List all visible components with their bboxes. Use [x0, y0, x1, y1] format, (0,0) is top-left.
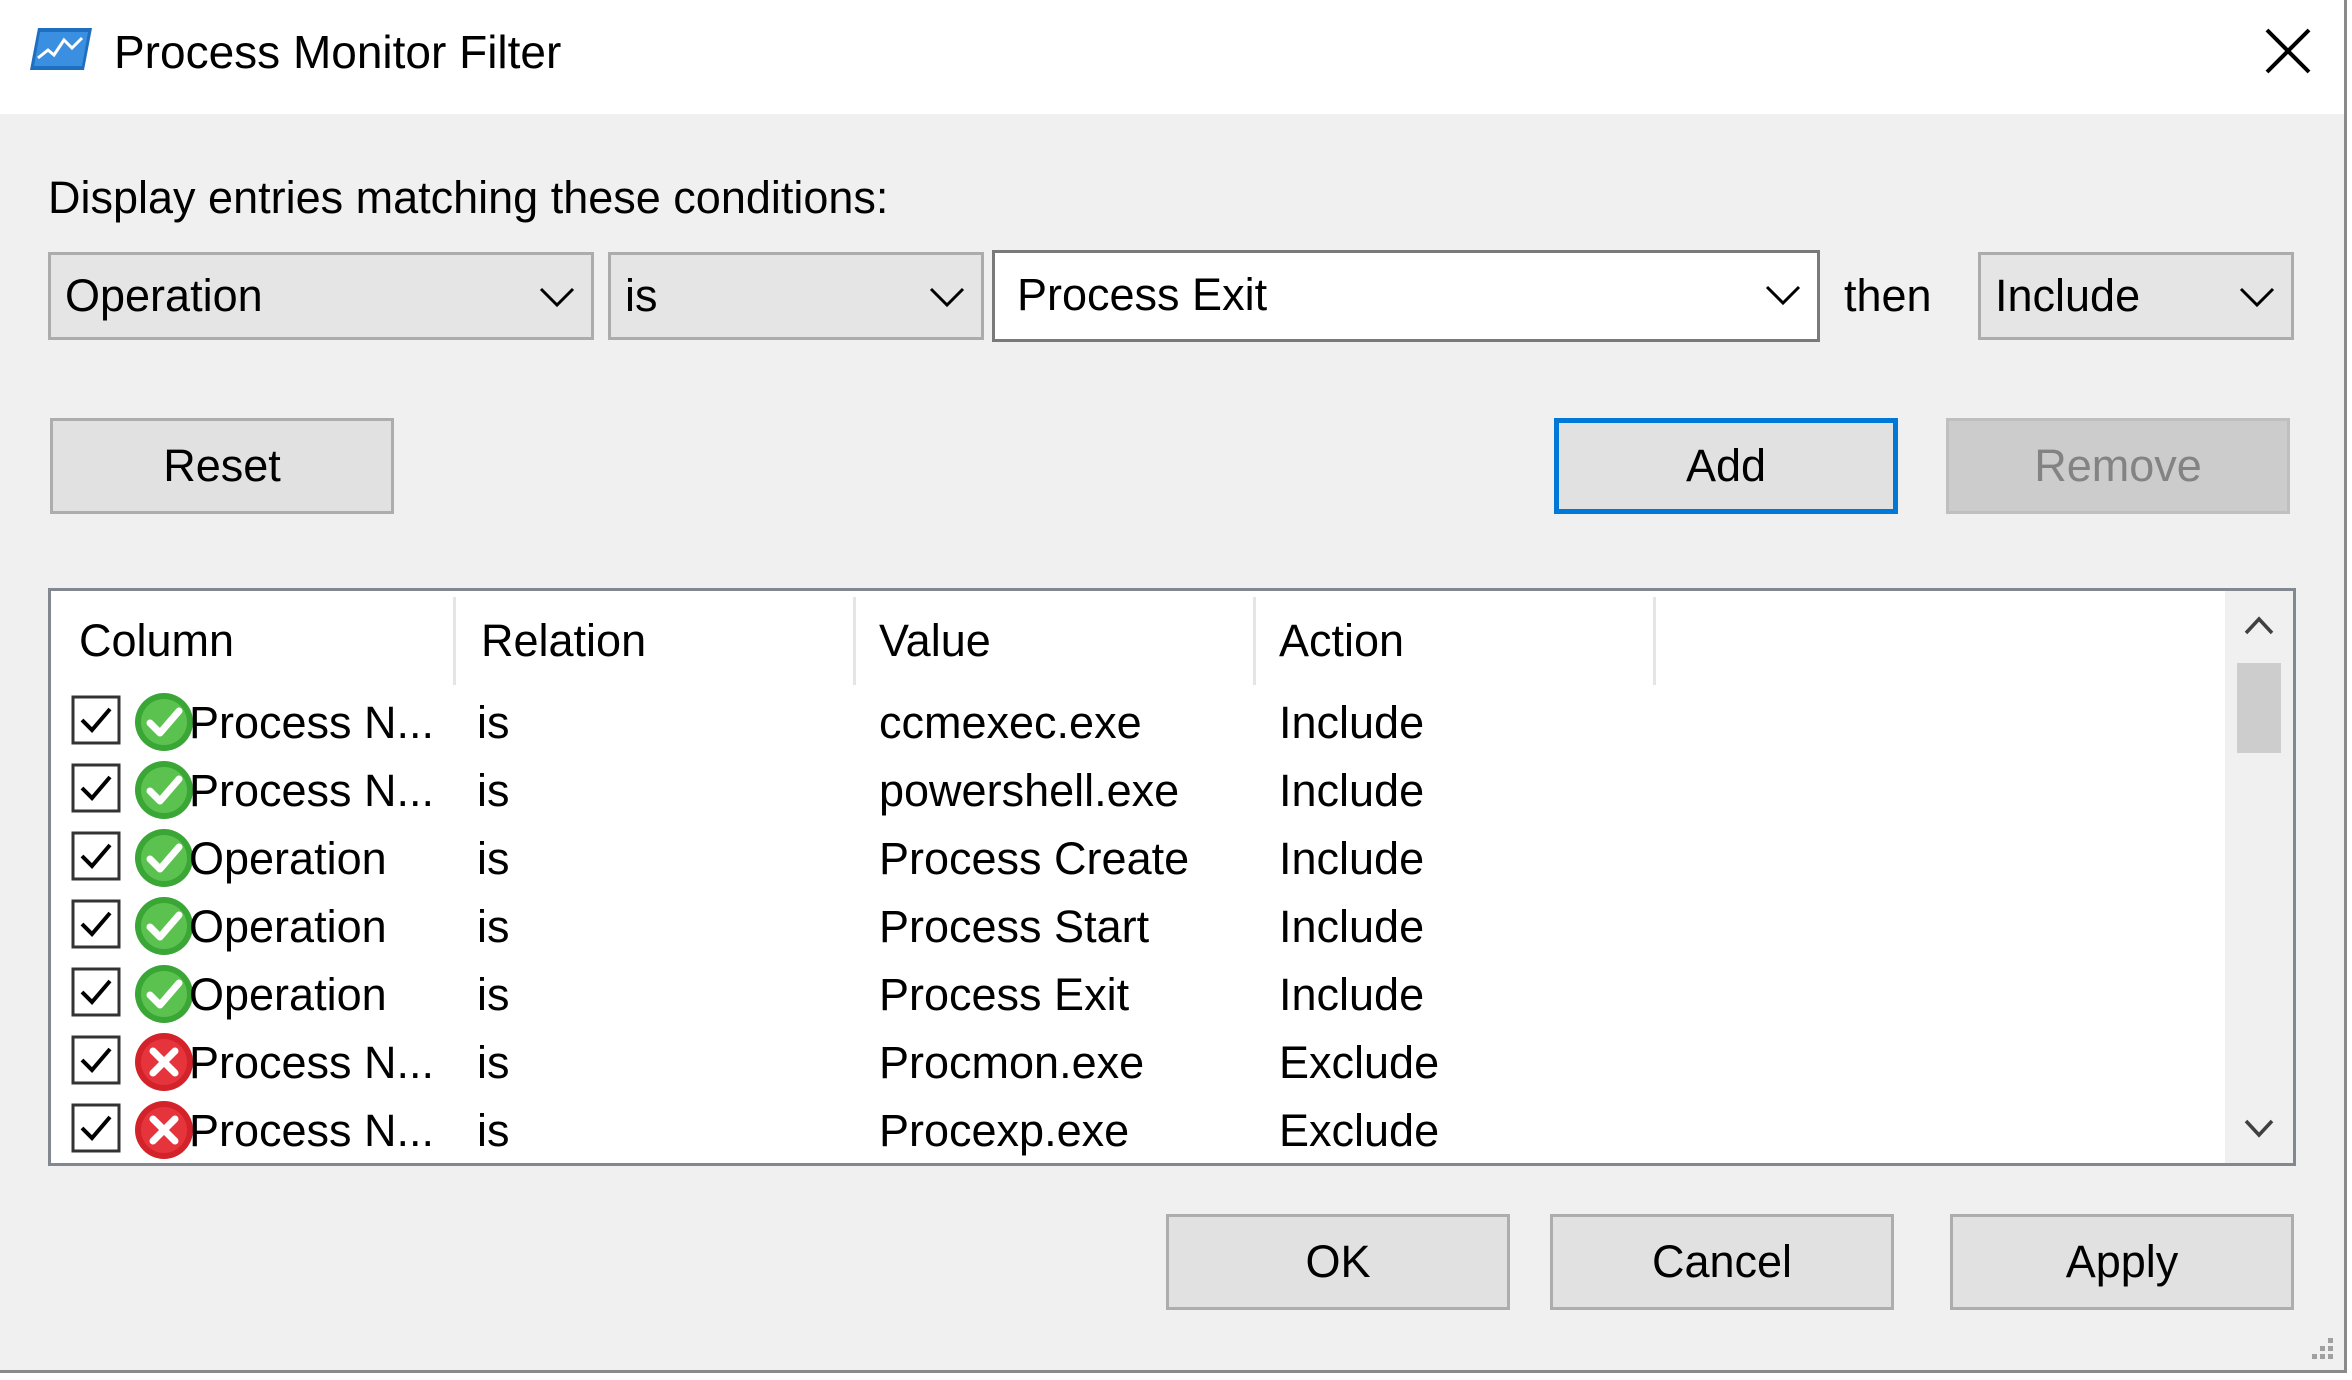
cell-column: Process N...	[189, 1105, 435, 1156]
cell-value: Process Start	[879, 901, 1150, 952]
remove-button[interactable]: Remove	[1946, 418, 2290, 514]
value-combobox-text[interactable]: Process Exit	[1017, 253, 1267, 337]
chevron-down-icon	[929, 287, 965, 308]
chevron-down-icon	[539, 287, 575, 308]
enabled-checkbox[interactable]	[71, 1103, 121, 1153]
scroll-thumb[interactable]	[2237, 663, 2281, 753]
action-select[interactable]: Include	[1978, 252, 2294, 340]
chevron-down-icon	[2239, 287, 2275, 308]
enabled-checkbox[interactable]	[71, 899, 121, 949]
include-check-icon	[135, 965, 193, 1023]
enabled-checkbox[interactable]	[71, 1035, 121, 1085]
cell-relation: is	[477, 697, 510, 748]
cell-relation: is	[477, 969, 510, 1020]
cell-column: Operation	[189, 969, 387, 1020]
cell-column: Process N...	[189, 697, 435, 748]
enabled-checkbox[interactable]	[71, 831, 121, 881]
table-row[interactable]: Process N... is Procexp.exe Exclude	[51, 1097, 2221, 1163]
process-monitor-app-icon	[30, 28, 92, 70]
cell-column: Operation	[189, 833, 387, 884]
scroll-down-button[interactable]	[2225, 1095, 2293, 1163]
cell-column: Process N...	[189, 765, 435, 816]
enabled-checkbox[interactable]	[71, 763, 121, 813]
table-row[interactable]: Process N... is ccmexec.exe Include	[51, 689, 2221, 757]
add-button[interactable]: Add	[1554, 418, 1898, 514]
cell-value: powershell.exe	[879, 765, 1180, 816]
include-check-icon	[135, 693, 193, 751]
cell-value: Procexp.exe	[879, 1105, 1130, 1156]
header-divider[interactable]	[853, 597, 856, 685]
header-divider[interactable]	[1653, 597, 1656, 685]
column-header-column[interactable]: Column	[79, 591, 234, 691]
cell-value: Process Exit	[879, 969, 1130, 1020]
reset-button[interactable]: Reset	[50, 418, 394, 514]
table-row[interactable]: Process N... is Procmon.exe Exclude	[51, 1029, 2221, 1097]
cell-relation: is	[477, 1037, 510, 1088]
header-divider[interactable]	[453, 597, 456, 685]
close-button[interactable]	[2232, 0, 2344, 102]
column-header-action[interactable]: Action	[1279, 591, 1404, 691]
cell-value: Process Create	[879, 833, 1190, 884]
header-divider[interactable]	[1253, 597, 1256, 685]
resize-grip-icon[interactable]	[2306, 1332, 2336, 1362]
list-header: Column Relation Value Action	[51, 591, 2221, 691]
title-bar[interactable]: Process Monitor Filter	[0, 0, 2344, 114]
column-select[interactable]: Operation	[48, 252, 594, 340]
table-row[interactable]: Process N... is powershell.exe Include	[51, 757, 2221, 825]
value-combobox[interactable]: Process Exit	[992, 250, 1820, 342]
action-select-value: Include	[1995, 270, 2141, 321]
conditions-label: Display entries matching these condition…	[48, 172, 889, 223]
cell-relation: is	[477, 1105, 510, 1156]
window-title: Process Monitor Filter	[114, 26, 562, 78]
enabled-checkbox[interactable]	[71, 695, 121, 745]
cell-value: ccmexec.exe	[879, 697, 1142, 748]
table-row[interactable]: Operation is Process Start Include	[51, 893, 2221, 961]
ok-button[interactable]: OK	[1166, 1214, 1510, 1310]
column-header-value[interactable]: Value	[879, 591, 991, 691]
exclude-x-icon	[135, 1033, 193, 1091]
chevron-down-icon	[1765, 285, 1801, 306]
cancel-button[interactable]: Cancel	[1550, 1214, 1894, 1310]
cell-action: Include	[1279, 969, 1425, 1020]
cell-relation: is	[477, 765, 510, 816]
table-row[interactable]: Operation is Process Create Include	[51, 825, 2221, 893]
enabled-checkbox[interactable]	[71, 967, 121, 1017]
cell-action: Exclude	[1279, 1105, 1440, 1156]
chevron-down-icon	[2244, 1119, 2274, 1138]
cell-action: Include	[1279, 901, 1425, 952]
filter-list[interactable]: Column Relation Value Action Process N..…	[48, 588, 2296, 1166]
cell-value: Procmon.exe	[879, 1037, 1145, 1088]
apply-button[interactable]: Apply	[1950, 1214, 2294, 1310]
relation-select[interactable]: is	[608, 252, 984, 340]
cell-column: Operation	[189, 901, 387, 952]
table-row[interactable]: Operation is Process Exit Include	[51, 961, 2221, 1029]
include-check-icon	[135, 897, 193, 955]
cell-relation: is	[477, 901, 510, 952]
cell-action: Include	[1279, 697, 1425, 748]
close-icon	[2265, 28, 2311, 74]
include-check-icon	[135, 829, 193, 887]
cell-action: Include	[1279, 765, 1425, 816]
scroll-up-button[interactable]	[2225, 591, 2293, 659]
cell-action: Include	[1279, 833, 1425, 884]
relation-select-value: is	[625, 270, 658, 321]
column-select-value: Operation	[65, 270, 263, 321]
cell-action: Exclude	[1279, 1037, 1440, 1088]
then-label: then	[1844, 270, 1932, 321]
vertical-scrollbar[interactable]	[2225, 591, 2293, 1163]
column-header-relation[interactable]: Relation	[481, 591, 646, 691]
cell-column: Process N...	[189, 1037, 435, 1088]
chevron-up-icon	[2244, 616, 2274, 635]
include-check-icon	[135, 761, 193, 819]
cell-relation: is	[477, 833, 510, 884]
exclude-x-icon	[135, 1101, 193, 1159]
process-monitor-filter-dialog: Process Monitor Filter Display entries m…	[0, 0, 2347, 1373]
